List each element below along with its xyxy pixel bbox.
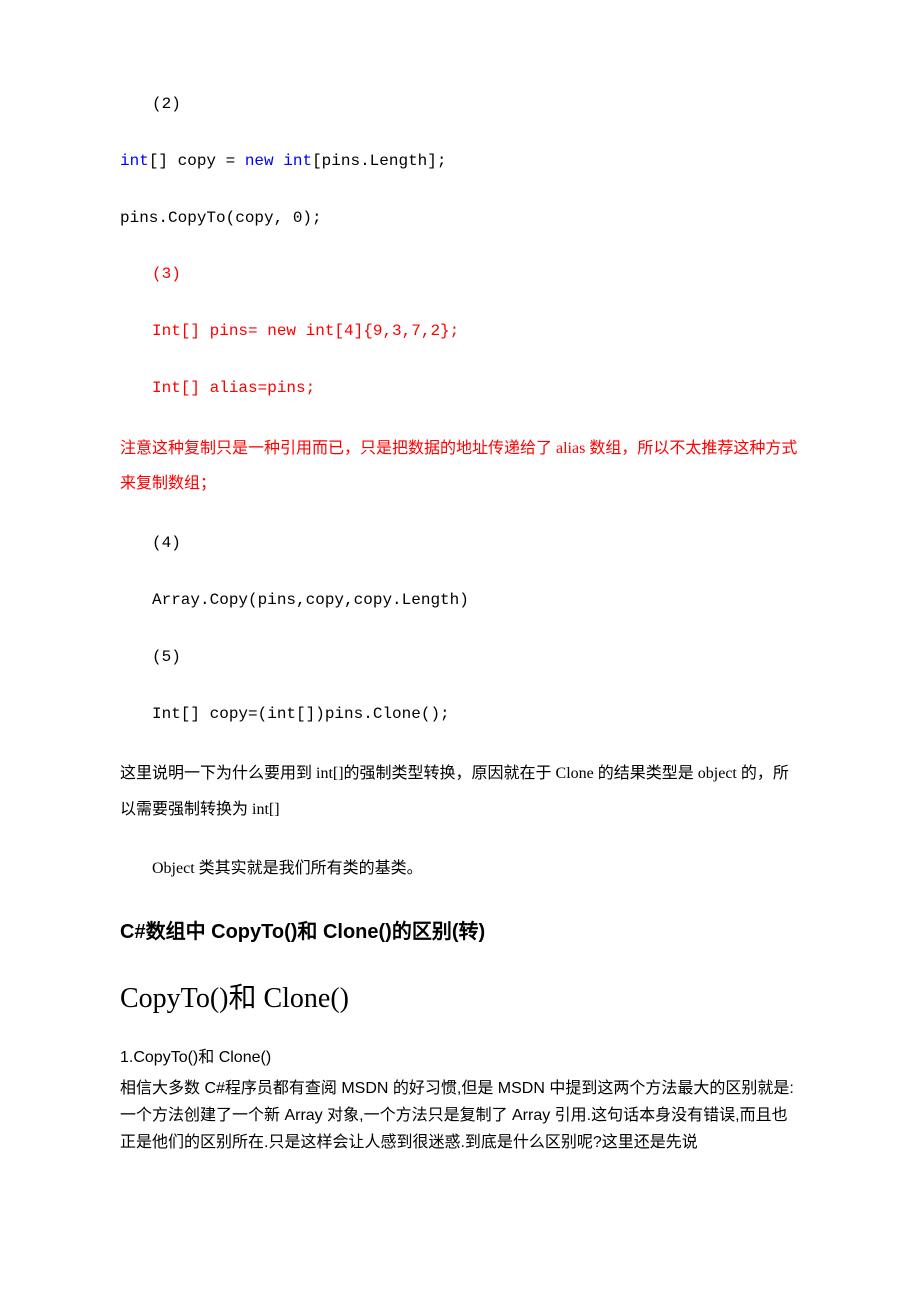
keyword-int: int [120, 152, 149, 170]
heading-level-3: C#数组中 CopyTo()和 Clone()的区别(转) [120, 914, 800, 950]
keyword-int: int [283, 152, 312, 170]
code-text: [] copy = [149, 152, 245, 170]
item-number-4: (4) [120, 529, 800, 558]
code-line-3b: Int[] alias=pins; [120, 374, 800, 403]
code-text [274, 152, 284, 170]
note-paragraph-5b: 这里说明一下为什么要用到 int[]的强制类型转换，原因就在于 Clone 的结… [120, 756, 800, 826]
code-line-2a: int[] copy = new int[pins.Length]; [120, 147, 800, 176]
section-line-1: 1.CopyTo()和 Clone() [120, 1044, 800, 1071]
note-paragraph-3: 注意这种复制只是一种引用而已，只是把数据的地址传递给了 alias 数组，所以不… [120, 431, 800, 501]
code-line-4a: Array.Copy(pins,copy,copy.Length) [120, 586, 800, 615]
section-paragraph-2: 相信大多数 C#程序员都有查阅 MSDN 的好习惯,但是 MSDN 中提到这两个… [120, 1075, 800, 1157]
item-number-2: (2) [120, 90, 800, 119]
item-number-5: (5) [120, 643, 800, 672]
note-paragraph-5c: Object 类其实就是我们所有类的基类。 [120, 855, 800, 884]
code-line-5a: Int[] copy=(int[])pins.Clone(); [120, 700, 800, 729]
code-text: [pins.Length]; [312, 152, 446, 170]
document-page: (2) int[] copy = new int[pins.Length]; p… [0, 0, 920, 1217]
heading-level-2: CopyTo()和 Clone() [120, 974, 800, 1024]
code-line-2b: pins.CopyTo(copy, 0); [120, 204, 800, 233]
keyword-new: new [245, 152, 274, 170]
code-line-3a: Int[] pins= new int[4]{9,3,7,2}; [120, 317, 800, 346]
item-number-3: (3) [120, 260, 800, 289]
